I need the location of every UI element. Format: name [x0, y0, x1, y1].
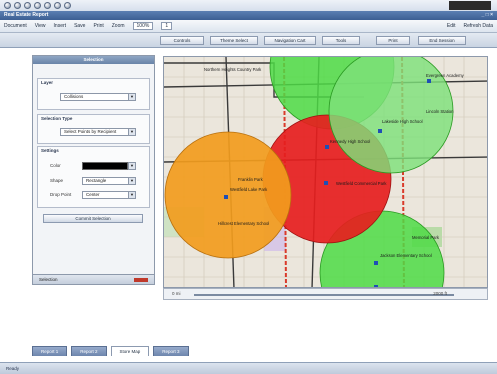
window-title: Real Estate Report — [4, 12, 49, 18]
map-toolbar: Controls Theme Select Navigation Cart To… — [0, 33, 497, 48]
report-tabs: Report 1 Report 2 Store Map Report 3 — [32, 346, 189, 358]
shape-select[interactable]: Rectangle ▼ — [82, 177, 136, 185]
selection-type-label: Selection Type — [41, 116, 73, 121]
shape-label: Shape — [50, 178, 64, 183]
window-controls[interactable]: _ □ × — [482, 11, 494, 20]
window-titlebar: Real Estate Report _ □ × — [0, 11, 497, 20]
commit-selection-button[interactable]: Commit Selection — [43, 214, 143, 223]
color-swatch[interactable] — [82, 162, 128, 170]
selection-panel-footer: Selection — [33, 274, 154, 284]
settings-group: Settings Color ▼ Shape Rectangle ▼ Drop … — [37, 146, 150, 208]
end-session-button[interactable]: End Session — [418, 36, 466, 45]
menu-insert[interactable]: Insert — [54, 23, 67, 29]
map-label: Jackson Elementary School — [380, 253, 432, 258]
status-text: Ready — [6, 366, 20, 371]
store-pin-icon[interactable] — [324, 181, 328, 185]
selection-panel-title: Selection — [33, 56, 154, 64]
map-label: Hillcrest Elementary School — [218, 221, 269, 226]
undo-icon-button[interactable] — [54, 2, 61, 9]
selection-type-value: Select Points by Recipient — [64, 129, 117, 134]
selection-type-group: Selection Type Select Points by Recipien… — [37, 114, 150, 144]
color-label: Color — [50, 163, 61, 168]
menu-view[interactable]: View — [35, 23, 46, 29]
scale-right-label: 2000 ft — [433, 291, 447, 296]
menu-print[interactable]: Print — [93, 23, 103, 29]
map-scale-bar: 0 mi 2000 ft — [163, 288, 488, 300]
layer-select[interactable]: Collisions ▼ — [60, 93, 136, 101]
map-label: Westfield Commercial Park — [336, 181, 387, 186]
tab-report-1[interactable]: Report 1 — [32, 346, 68, 356]
store-pin-icon[interactable] — [325, 145, 329, 149]
page-number-field[interactable]: 1 — [161, 22, 173, 30]
map-label: Westfield Lake Park — [230, 187, 268, 192]
menu-document[interactable]: Document — [4, 23, 27, 29]
store-pin-icon[interactable] — [427, 79, 431, 83]
redo-icon-button[interactable] — [64, 2, 71, 9]
print-button[interactable]: Print — [376, 36, 410, 45]
selection-footer-label: Selection — [39, 277, 58, 282]
print-icon-button[interactable] — [34, 2, 41, 9]
menubar: Document View Insert Save Print Zoom 100… — [0, 20, 497, 33]
color-picker-dropdown[interactable]: ▼ — [128, 162, 136, 170]
drop-point-select-value: Center — [86, 192, 100, 197]
scale-left-label: 0 mi — [172, 291, 181, 296]
theme-select-button[interactable]: Theme Select — [210, 36, 258, 45]
map-label: Lakeside High School — [382, 119, 423, 124]
map-canvas[interactable]: Northern Heights Country Park Lakeside H… — [164, 57, 488, 288]
chevron-down-icon: ▼ — [128, 178, 135, 184]
refresh-icon-button[interactable] — [44, 2, 51, 9]
store-pin-icon[interactable] — [378, 129, 382, 133]
shape-select-value: Rectangle — [86, 178, 107, 183]
forward-button[interactable] — [14, 2, 21, 9]
status-bar: Ready — [0, 362, 497, 374]
tab-store-map[interactable]: Store Map — [110, 346, 150, 356]
settings-label: Settings — [41, 148, 59, 153]
store-pin-icon[interactable] — [374, 261, 378, 265]
chevron-down-icon: ▼ — [128, 192, 135, 198]
zoom-label: Zoom — [111, 23, 125, 29]
tools-button[interactable]: Tools — [322, 36, 360, 45]
chevron-down-icon: ▼ — [128, 163, 135, 169]
controls-button[interactable]: Controls — [160, 36, 204, 45]
back-button[interactable] — [4, 2, 11, 9]
tab-report-2[interactable]: Report 2 — [71, 346, 107, 356]
tab-report-3[interactable]: Report 3 — [153, 346, 189, 356]
selection-panel: Selection Layer Collisions ▼ Selection T… — [32, 55, 155, 285]
brand-logo — [449, 1, 491, 10]
quick-access-toolbar — [0, 0, 497, 11]
layer-group: Layer Collisions ▼ — [37, 78, 150, 110]
scale-track — [194, 294, 454, 296]
map-label: Kennedy High School — [330, 139, 370, 144]
refresh-data-button[interactable]: Refresh Data — [464, 23, 493, 29]
store-map[interactable]: Northern Heights Country Park Lakeside H… — [163, 56, 488, 288]
save-icon-button[interactable] — [24, 2, 31, 9]
navigation-cart-button[interactable]: Navigation Cart — [264, 36, 316, 45]
layer-label: Layer — [41, 80, 54, 85]
drop-point-select[interactable]: Center ▼ — [82, 191, 136, 199]
map-label: Memorial Park — [412, 235, 440, 240]
layer-select-value: Collisions — [64, 94, 84, 99]
panel-close-icon[interactable] — [134, 278, 148, 282]
zoom-select[interactable]: 100% — [132, 22, 154, 30]
map-label: Franklin Park — [238, 177, 264, 182]
chevron-down-icon: ▼ — [128, 129, 135, 135]
map-label: Northern Heights Country Park — [204, 67, 262, 72]
chevron-down-icon: ▼ — [128, 94, 135, 100]
selection-type-select[interactable]: Select Points by Recipient ▼ — [60, 128, 136, 136]
drop-point-label: Drop Point — [50, 192, 72, 197]
store-pin-icon[interactable] — [224, 195, 228, 199]
menu-save[interactable]: Save — [74, 23, 85, 29]
edit-button[interactable]: Edit — [447, 23, 456, 29]
map-label: Lincoln Station — [426, 109, 454, 114]
map-label: Evergreen Academy — [426, 73, 465, 78]
